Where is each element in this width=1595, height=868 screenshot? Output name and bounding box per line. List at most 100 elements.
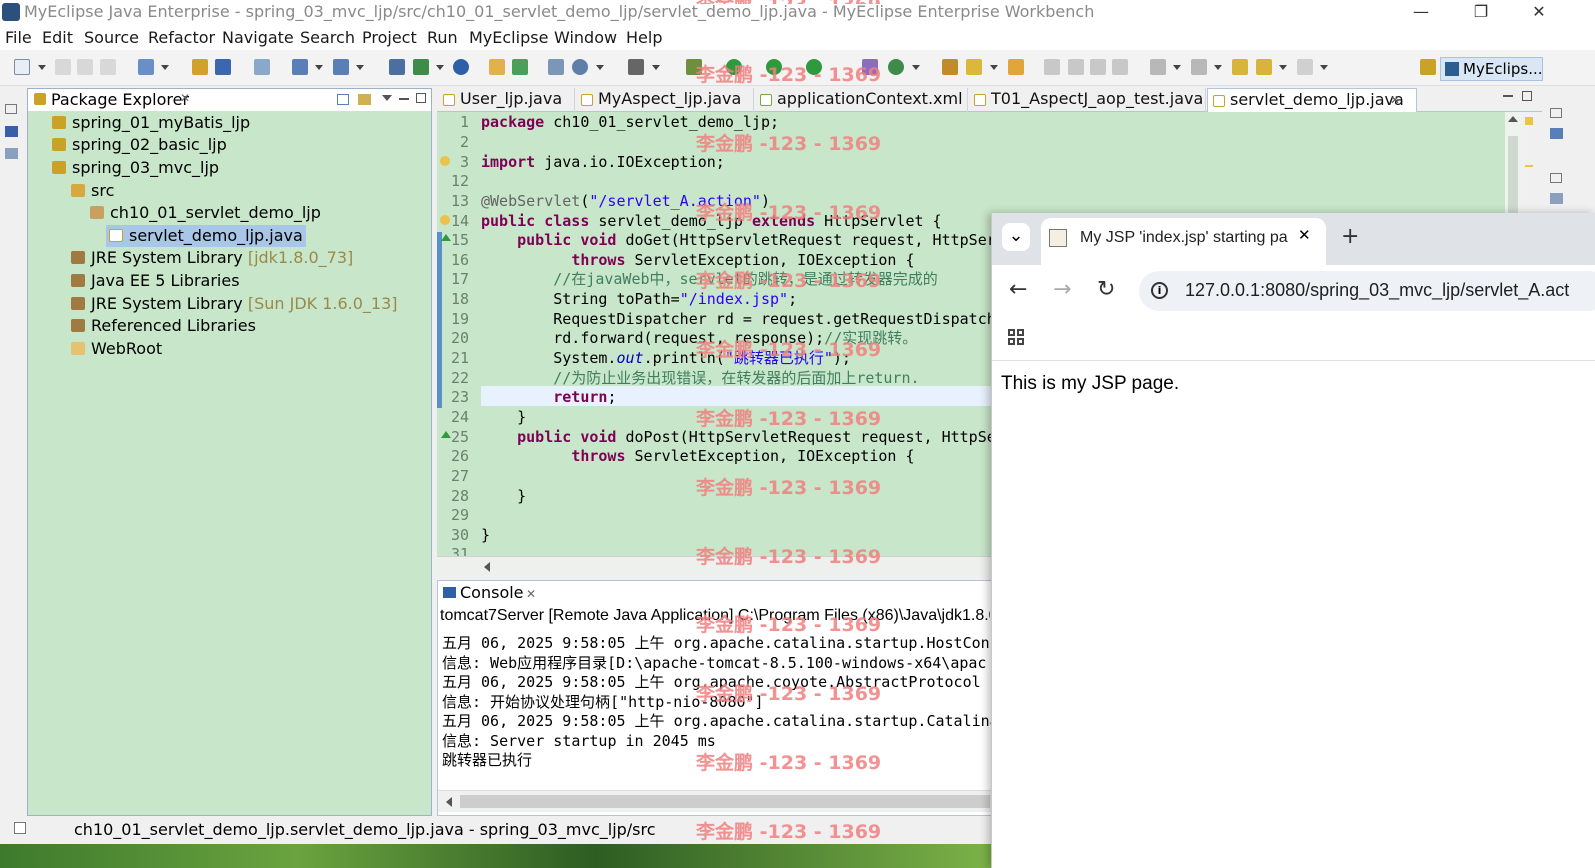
new-icon[interactable] (14, 59, 30, 75)
open-perspective-icon[interactable] (1420, 59, 1436, 75)
add-icon[interactable] (512, 59, 528, 75)
prev-annotation-icon[interactable] (1191, 59, 1207, 75)
chevron-down-icon[interactable] (356, 65, 364, 70)
print-icon[interactable] (100, 59, 116, 75)
open-type-icon[interactable] (192, 59, 208, 75)
site-info-icon[interactable]: i (1151, 282, 1168, 299)
tree-item-library[interactable]: Referenced Libraries (71, 315, 256, 337)
url-text[interactable]: 127.0.0.1:8080/spring_03_mvc_ljp/servlet… (1185, 280, 1569, 301)
view-menu-icon[interactable] (382, 95, 392, 101)
open-resource-icon[interactable] (215, 59, 231, 75)
tree-item-project[interactable]: spring_02_basic_ljp (52, 134, 227, 156)
tree-item-project[interactable]: spring_01_myBatis_ljp (52, 112, 250, 134)
navigator-icon[interactable] (5, 148, 18, 159)
restore-button[interactable]: ❐ (1452, 0, 1510, 26)
whitespace-icon[interactable] (1112, 59, 1128, 75)
link-with-editor-icon[interactable] (358, 94, 371, 105)
highlight-icon[interactable] (1068, 59, 1084, 75)
hierarchy-icon[interactable] (5, 126, 18, 137)
tab-myaspect-ljp[interactable]: MyAspect_ljp.java (576, 88, 754, 112)
menu-navigate[interactable]: Navigate (222, 28, 294, 47)
chevron-down-icon[interactable] (990, 65, 998, 70)
restore-view-icon[interactable] (5, 104, 17, 114)
chevron-down-icon[interactable] (161, 65, 169, 70)
open-folder-icon[interactable] (489, 59, 505, 75)
refresh-icon[interactable] (413, 59, 429, 75)
chevron-down-icon[interactable] (1173, 65, 1181, 70)
layout-icon[interactable] (548, 59, 564, 75)
minimize-button[interactable]: — (1392, 0, 1450, 26)
scroll-left-icon[interactable] (484, 562, 490, 572)
close-button[interactable]: ✕ (1510, 0, 1568, 26)
menu-search[interactable]: Search (300, 28, 355, 47)
server-icon[interactable] (254, 59, 270, 75)
next-annotation-icon[interactable] (1150, 59, 1166, 75)
tree-item-java-file-selected[interactable]: servlet_demo_ljp.java (106, 225, 306, 247)
menu-myeclipse[interactable]: MyEclipse (469, 28, 548, 47)
forward-icon[interactable] (1297, 59, 1313, 75)
pin-icon[interactable] (1044, 59, 1060, 75)
menu-help[interactable]: Help (626, 28, 662, 47)
maximize-view-icon[interactable] (416, 93, 426, 103)
outline-icon[interactable] (1550, 128, 1563, 139)
run-server-icon[interactable] (333, 59, 349, 75)
menu-source[interactable]: Source (84, 28, 139, 47)
tab-application-context[interactable]: applicationContext.xml (755, 88, 968, 112)
tasks-icon[interactable] (1550, 193, 1563, 204)
pencil-icon[interactable] (966, 59, 982, 75)
menu-run[interactable]: Run (427, 28, 458, 47)
menu-refactor[interactable]: Refactor (148, 28, 215, 47)
collapse-all-icon[interactable] (337, 94, 349, 105)
close-icon[interactable]: ✕ (1390, 89, 1400, 111)
toggle-icon[interactable] (389, 59, 405, 75)
open-project-icon[interactable] (942, 59, 958, 75)
new-tab-button[interactable]: + (1341, 224, 1359, 249)
close-icon[interactable]: ✕ (526, 582, 536, 606)
chevron-down-icon[interactable] (912, 65, 920, 70)
tree-item-library[interactable]: Java EE 5 Libraries (71, 270, 240, 292)
console-horizontal-scrollbar[interactable] (438, 790, 991, 812)
scroll-left-icon[interactable] (446, 797, 452, 807)
tree-item-library[interactable]: JRE System Library [Sun JDK 1.6.0_13] (71, 293, 398, 315)
new-package-icon[interactable] (888, 59, 904, 75)
new-wizard-icon[interactable] (138, 59, 154, 75)
minimize-view-icon[interactable] (399, 98, 409, 100)
deploy-icon[interactable] (292, 59, 308, 75)
tree-item-folder[interactable]: WebRoot (71, 338, 162, 360)
maximize-editor-icon[interactable] (1522, 91, 1532, 101)
chevron-down-icon[interactable] (1320, 65, 1328, 70)
tree-item-project[interactable]: spring_03_mvc_ljp (52, 157, 219, 179)
menu-file[interactable]: File (5, 28, 32, 47)
reload-icon[interactable]: ↻ (1097, 277, 1115, 303)
save-all-icon[interactable] (77, 59, 93, 75)
chevron-down-icon[interactable] (38, 65, 46, 70)
tree-item-package[interactable]: ch10_01_servlet_demo_ljp (90, 202, 321, 224)
menu-project[interactable]: Project (362, 28, 417, 47)
tab-user-ljp[interactable]: User_ljp.java (438, 88, 575, 112)
globe-icon[interactable] (453, 59, 469, 75)
tree-item-library[interactable]: JRE System Library [jdk1.8.0_73] (71, 247, 353, 269)
back-icon[interactable] (1256, 59, 1272, 75)
fast-view-icon[interactable] (14, 822, 26, 834)
block-select-icon[interactable] (1090, 59, 1106, 75)
menu-edit[interactable]: Edit (42, 28, 73, 47)
tree-item-source-folder[interactable]: src (71, 180, 114, 202)
folder-icon[interactable] (1008, 59, 1024, 75)
chevron-down-icon[interactable] (436, 65, 444, 70)
save-icon[interactable] (55, 59, 71, 75)
chevron-down-icon[interactable] (315, 65, 323, 70)
close-icon[interactable]: ✕ (1298, 226, 1311, 244)
close-icon[interactable]: ✕ (180, 91, 190, 105)
restore-view-icon[interactable] (1550, 173, 1562, 183)
scroll-up-icon[interactable] (1508, 116, 1518, 122)
tab-list-button[interactable]: ⌄ (1002, 223, 1030, 251)
chevron-down-icon[interactable] (1279, 65, 1287, 70)
tab-aspectj-test[interactable]: T01_AspectJ_aop_test.java (969, 88, 1206, 112)
apps-grid-icon[interactable] (1008, 329, 1015, 336)
restore-view-icon[interactable] (1550, 108, 1562, 118)
forward-arrow-icon[interactable]: → (1053, 277, 1071, 303)
back-arrow-icon[interactable]: ← (1009, 277, 1027, 303)
minimize-editor-icon[interactable] (1503, 95, 1513, 97)
menu-window[interactable]: Window (554, 28, 617, 47)
last-edit-icon[interactable] (1232, 59, 1248, 75)
